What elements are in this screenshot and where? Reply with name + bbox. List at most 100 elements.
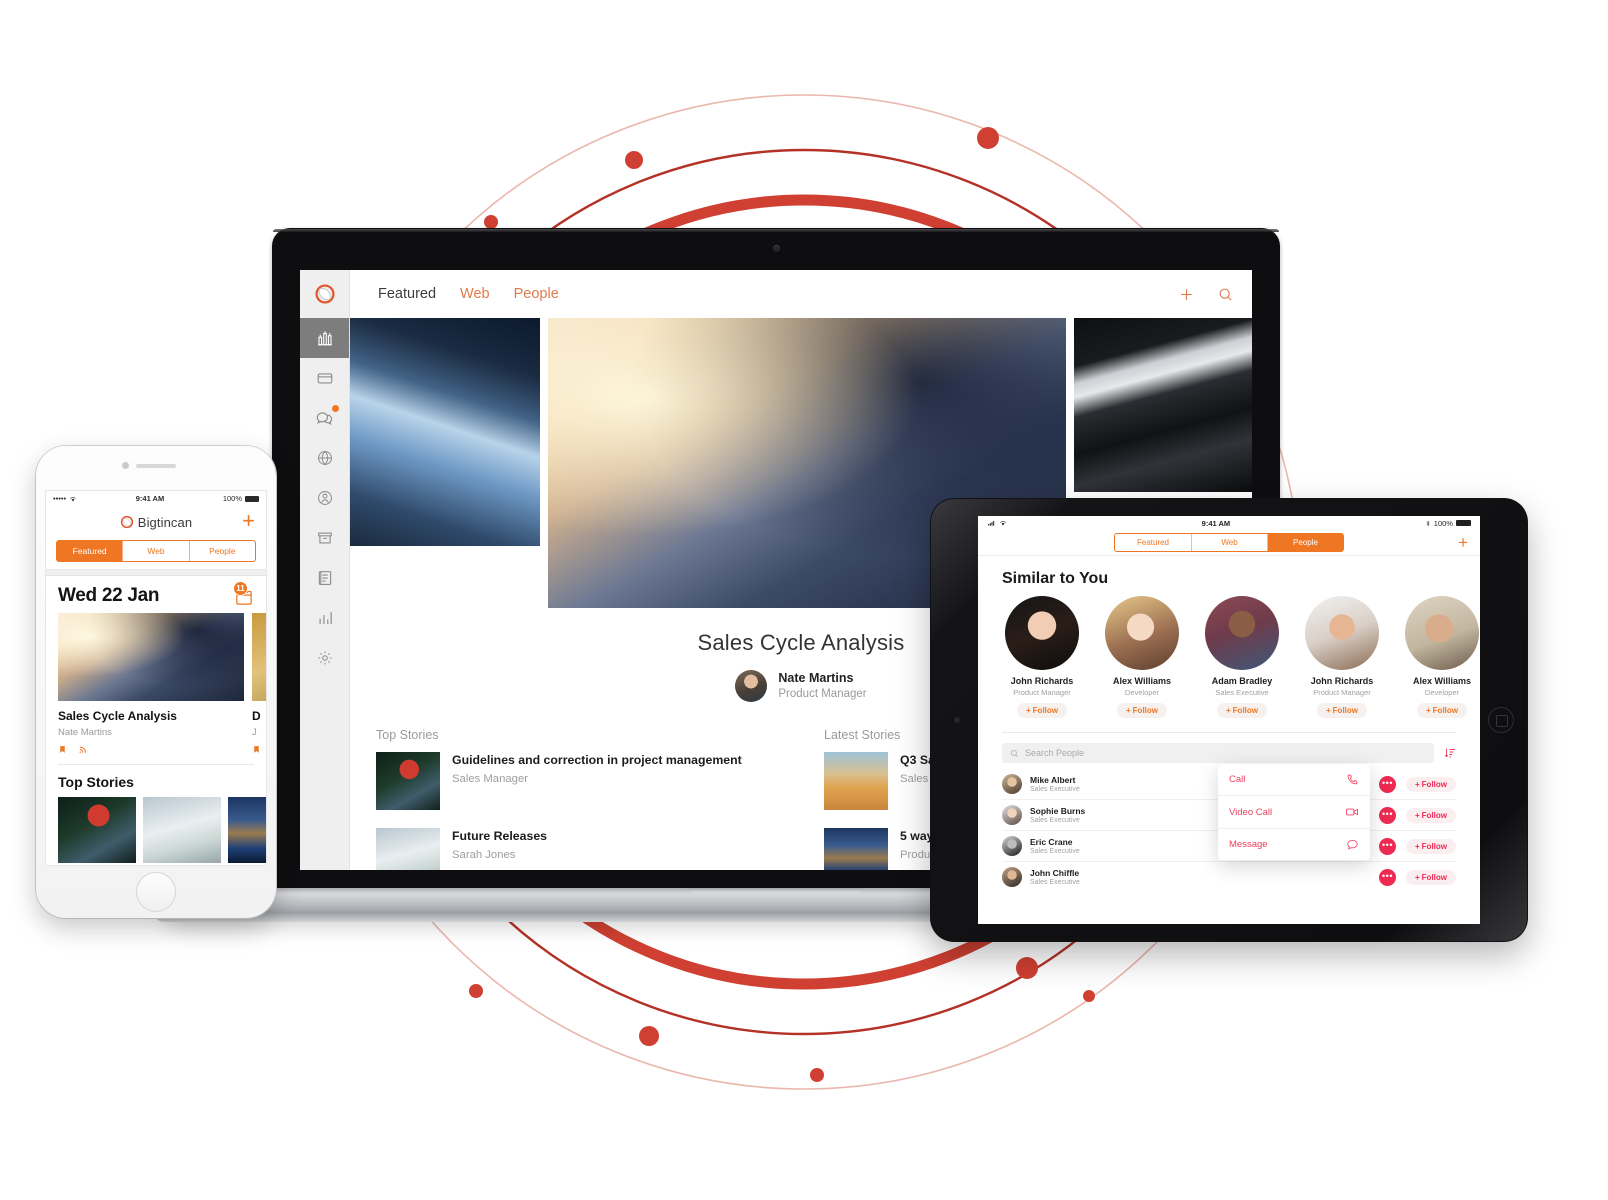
showcase-canvas: Featured Web People Sales Cycle Analysis… bbox=[0, 0, 1608, 1200]
phone-brand: Bigtincan bbox=[120, 515, 192, 530]
sidebar-item-analytics[interactable] bbox=[300, 598, 349, 638]
person-card[interactable]: Adam Bradley Sales Executive + Follow bbox=[1202, 596, 1282, 718]
phone-story-thumb[interactable] bbox=[228, 797, 266, 863]
avatar bbox=[1405, 596, 1479, 670]
rss-icon[interactable] bbox=[78, 744, 88, 755]
phone-home-button[interactable] bbox=[136, 872, 176, 912]
calendar-icon[interactable]: 11 bbox=[228, 581, 254, 607]
phone-tab-featured[interactable]: Featured bbox=[57, 541, 123, 561]
card-author: Nate Martins bbox=[58, 727, 112, 738]
add-icon[interactable] bbox=[1178, 286, 1195, 303]
sidebar-item-dashboard[interactable] bbox=[300, 318, 349, 358]
sidebar-item-tasks[interactable] bbox=[300, 558, 349, 598]
plus-icon: + bbox=[1426, 706, 1431, 715]
row-actions: ••• + Follow bbox=[1379, 837, 1456, 855]
phone-screen: ••••• 9:41 AM 100% Bigtincan + Featured … bbox=[45, 490, 267, 866]
hero-thumb-left[interactable] bbox=[350, 318, 540, 546]
person-card[interactable]: Alex Williams Developer + Follow bbox=[1102, 596, 1182, 718]
column-top-stories: Top Stories Guidelines and correction in… bbox=[376, 728, 778, 870]
phone-feature-card[interactable]: D J bbox=[252, 613, 266, 755]
contact-name: Sophie Burns bbox=[1030, 806, 1086, 816]
avatar bbox=[1205, 596, 1279, 670]
laptop-topbar: Featured Web People bbox=[350, 270, 1252, 318]
follow-button[interactable]: + Follow bbox=[1406, 869, 1456, 885]
message-icon bbox=[1347, 839, 1358, 850]
sidebar-item-archive[interactable] bbox=[300, 518, 349, 558]
hero-thumb-right[interactable] bbox=[1074, 318, 1252, 492]
popup-label: Video Call bbox=[1229, 806, 1273, 818]
follow-label: Follow bbox=[1232, 706, 1258, 715]
brand-logo-icon[interactable] bbox=[300, 270, 349, 318]
follow-button[interactable]: + Follow bbox=[1017, 703, 1067, 718]
phone-top-stories-heading: Top Stories bbox=[58, 774, 134, 790]
phone-tab-web[interactable]: Web bbox=[122, 541, 188, 561]
row-actions: ••• + Follow bbox=[1379, 806, 1456, 824]
tablet-tab-web[interactable]: Web bbox=[1191, 534, 1267, 551]
popup-item-video-call[interactable]: Video Call bbox=[1218, 796, 1370, 829]
tablet-camera-icon bbox=[954, 717, 960, 723]
phone-date-row: Wed 22 Jan 11 bbox=[46, 576, 266, 613]
person-card[interactable]: Alex Williams Developer + Follow bbox=[1402, 596, 1480, 718]
person-role: Product Manager bbox=[1313, 688, 1371, 697]
person-role: Sales Executive bbox=[1215, 688, 1269, 697]
follow-button[interactable]: + Follow bbox=[1406, 776, 1456, 792]
more-options-button[interactable]: ••• bbox=[1379, 868, 1396, 886]
sidebar-item-people[interactable] bbox=[300, 478, 349, 518]
phone-story-thumb[interactable] bbox=[58, 797, 136, 863]
story-item[interactable]: Future Releases Sarah Jones bbox=[376, 828, 778, 870]
follow-button[interactable]: + Follow bbox=[1117, 703, 1167, 718]
tablet-tab-featured[interactable]: Featured bbox=[1115, 534, 1191, 551]
tab-people[interactable]: People bbox=[514, 286, 559, 302]
phone-body: ••••• 9:41 AM 100% Bigtincan + Featured … bbox=[36, 446, 276, 918]
popup-item-message[interactable]: Message bbox=[1218, 829, 1370, 861]
tablet-tab-people[interactable]: People bbox=[1267, 534, 1343, 551]
person-card[interactable]: John Richards Product Manager + Follow bbox=[1302, 596, 1382, 718]
story-thumbnail bbox=[376, 828, 440, 870]
story-title: Guidelines and correction in project man… bbox=[452, 753, 742, 768]
follow-button[interactable]: + Follow bbox=[1406, 807, 1456, 823]
person-role: Developer bbox=[1424, 688, 1460, 697]
bookmark-icon[interactable] bbox=[252, 744, 261, 755]
more-options-button[interactable]: ••• bbox=[1379, 806, 1396, 824]
phone-segmented-control: Featured Web People bbox=[56, 540, 256, 562]
phone-icon bbox=[1347, 774, 1358, 785]
phone-device: ••••• 9:41 AM 100% Bigtincan + Featured … bbox=[36, 446, 276, 918]
phone-add-button[interactable]: + bbox=[242, 510, 255, 532]
search-people-field[interactable]: Search People bbox=[1002, 743, 1434, 763]
tablet-add-button[interactable]: + bbox=[1458, 534, 1468, 551]
tablet-search-row: Search People bbox=[978, 733, 1480, 763]
sort-descending-icon[interactable] bbox=[1444, 747, 1456, 759]
avatar bbox=[1002, 867, 1022, 887]
tablet-home-button[interactable] bbox=[1488, 707, 1514, 733]
popup-item-call[interactable]: Call bbox=[1218, 764, 1370, 796]
avatar bbox=[735, 670, 768, 703]
chat-badge-dot bbox=[332, 405, 339, 412]
wifi-icon bbox=[1000, 521, 1006, 526]
phone-navbar: Bigtincan + bbox=[46, 506, 266, 538]
person-card[interactable]: John Richards Product Manager + Follow bbox=[1002, 596, 1082, 718]
search-icon[interactable] bbox=[1217, 286, 1234, 303]
sidebar-item-folder[interactable] bbox=[300, 358, 349, 398]
sidebar-item-web[interactable] bbox=[300, 438, 349, 478]
follow-button[interactable]: + Follow bbox=[1417, 703, 1467, 718]
follow-button[interactable]: + Follow bbox=[1317, 703, 1367, 718]
phone-feature-card[interactable]: Sales Cycle Analysis Nate Martins bbox=[58, 613, 244, 755]
battery-icon bbox=[245, 495, 259, 502]
list-item[interactable]: John Chiffle Sales Executive ••• + Follo… bbox=[1002, 862, 1456, 892]
follow-button[interactable]: + Follow bbox=[1406, 838, 1456, 854]
tab-web[interactable]: Web bbox=[460, 286, 490, 302]
story-author: Sarah Jones bbox=[452, 848, 516, 861]
bookmark-icon[interactable] bbox=[58, 744, 67, 755]
tab-featured[interactable]: Featured bbox=[378, 286, 436, 302]
popup-label: Call bbox=[1229, 774, 1246, 785]
similar-people-row: John Richards Product Manager + Follow A… bbox=[978, 596, 1480, 718]
more-options-button[interactable]: ••• bbox=[1379, 775, 1396, 793]
sidebar-item-chat[interactable] bbox=[300, 398, 349, 438]
phone-tab-people[interactable]: People bbox=[188, 541, 255, 561]
phone-story-thumb[interactable] bbox=[143, 797, 221, 863]
more-options-button[interactable]: ••• bbox=[1379, 837, 1396, 855]
follow-button[interactable]: + Follow bbox=[1217, 703, 1267, 718]
story-item[interactable]: Guidelines and correction in project man… bbox=[376, 752, 778, 811]
contact-name: Mike Albert bbox=[1030, 775, 1076, 785]
sidebar-item-settings[interactable] bbox=[300, 638, 349, 678]
